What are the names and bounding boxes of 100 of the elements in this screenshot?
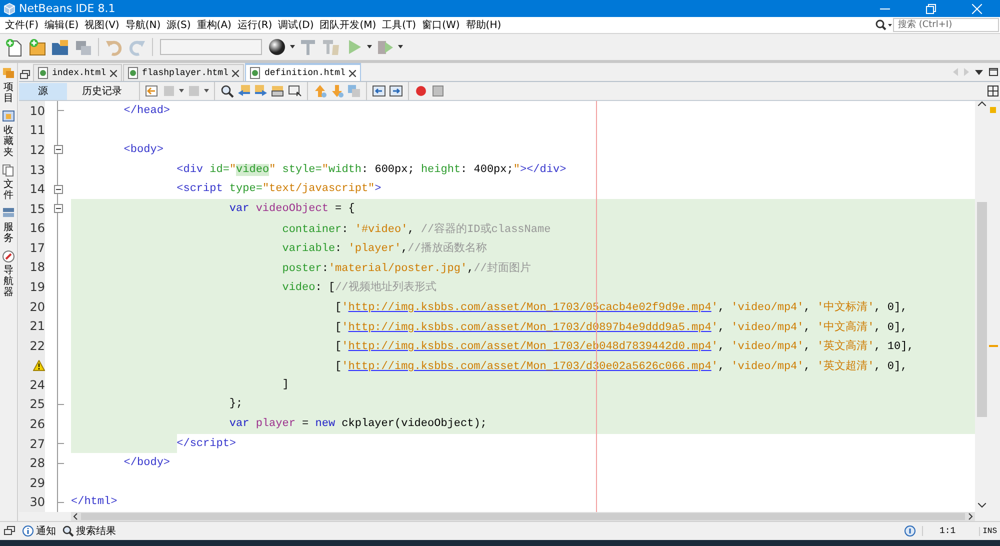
collapse-icon[interactable] (54, 184, 62, 194)
selection-icon[interactable] (288, 84, 302, 98)
code-line: video: [//视频地址列表形式 (281, 280, 436, 294)
split-icon[interactable] (986, 84, 1000, 98)
line-number: 13 (30, 162, 45, 177)
menu-item[interactable]: 文件(F) (2, 18, 42, 32)
shift-right-icon[interactable] (389, 84, 403, 98)
line-number: 30 (30, 495, 45, 510)
menu-item[interactable]: 调试(D) (275, 18, 317, 32)
new-file-icon[interactable] (4, 37, 24, 57)
code-line: }; (228, 398, 243, 410)
line-number: 15 (30, 202, 45, 216)
search-field[interactable]: 搜索 (Ctrl+I) (893, 18, 999, 32)
side-tab[interactable]: 文件 (4, 179, 14, 201)
code-line: </script> (176, 438, 236, 450)
restore-window-icon[interactable] (19, 69, 33, 81)
editor-tab[interactable]: definition.html (245, 63, 362, 81)
globe-icon[interactable] (267, 37, 287, 57)
insert-mode: INS (978, 526, 1000, 536)
search-icon[interactable] (62, 525, 74, 537)
toggle-bookmark-icon[interactable] (347, 84, 361, 98)
menu-item[interactable]: 导航(N) (122, 18, 164, 32)
code-line: <script type="text/javascript"> (176, 183, 382, 196)
find-next-icon[interactable] (254, 84, 268, 98)
line-number: 29 (30, 476, 45, 490)
menu-item[interactable]: 窗口(W) (419, 18, 463, 32)
server-icon[interactable] (2, 207, 15, 220)
star-folder-icon[interactable] (2, 110, 15, 123)
scroll-thumb[interactable] (976, 202, 986, 417)
code-line: </body> (122, 457, 170, 470)
cursor-position: 1:1 (922, 526, 973, 536)
scroll-up-icon[interactable] (978, 101, 986, 106)
caret-icon[interactable] (290, 45, 295, 49)
files-icon[interactable] (2, 164, 15, 177)
collapse-icon[interactable] (54, 145, 62, 154)
status-tab[interactable]: 搜索结果 (76, 524, 116, 538)
warning-marker[interactable] (989, 345, 998, 347)
line-number: 25 (30, 397, 45, 412)
side-tab[interactable]: 服务 (4, 222, 14, 244)
code-line: ['http://img.ksbbs.com/asset/Mon_1703/d30e02a5626c066.mp4', 'video/mp4', '英文超清', 0], (334, 358, 908, 373)
restore-icon (926, 4, 936, 14)
vertical-scrollbar[interactable] (975, 101, 988, 512)
restore-window-icon[interactable] (4, 526, 16, 536)
horizontal-scrollbar[interactable] (71, 512, 975, 521)
menu-item[interactable]: 运行(R) (234, 18, 276, 32)
search-icon[interactable] (875, 19, 893, 31)
menu-item[interactable]: 帮助(H) (462, 18, 504, 32)
compass-icon[interactable] (2, 250, 15, 263)
caret-icon[interactable] (367, 45, 372, 49)
notification-icon[interactable] (904, 525, 916, 537)
view-tab[interactable]: 源 (19, 82, 67, 100)
toggle-highlight-icon[interactable] (271, 84, 285, 98)
caret-icon[interactable] (398, 45, 403, 49)
code-line: <body> (122, 144, 164, 156)
close-icon[interactable] (349, 70, 356, 76)
line-number: 28 (30, 456, 45, 470)
back-icon[interactable] (145, 84, 159, 98)
side-tab[interactable]: 项目 (4, 82, 14, 104)
menu-item[interactable]: 团队开发(M) (316, 18, 380, 32)
menu-item[interactable]: 工具(T) (379, 18, 420, 32)
html-file-icon (128, 67, 138, 79)
warning-summary-icon (990, 107, 996, 113)
record-icon[interactable] (414, 84, 428, 98)
menu-item[interactable]: 编辑(E) (42, 18, 82, 32)
code-line: var videoObject = { (228, 202, 355, 215)
side-tab[interactable]: 导航器 (4, 265, 14, 298)
caret-icon[interactable] (179, 89, 184, 93)
find-previous-icon[interactable] (237, 84, 251, 98)
close-icon (972, 4, 982, 14)
status-tab[interactable]: 通知 (36, 524, 56, 538)
menu-item[interactable]: 视图(V) (82, 18, 122, 32)
line-number: 12 (30, 142, 45, 157)
close-icon[interactable] (232, 70, 240, 76)
menu-item[interactable]: 源(S) (164, 18, 194, 32)
code-line: poster:'material/poster.jpg',//封面图片 (281, 261, 531, 275)
new-project-icon[interactable] (27, 37, 47, 57)
line-number: 16 (30, 221, 45, 236)
line-number: 24 (30, 378, 45, 392)
stop-icon[interactable] (431, 84, 445, 98)
menu-item[interactable]: 重构(A) (194, 18, 234, 32)
scroll-down-icon[interactable] (978, 503, 986, 508)
maximize-icon[interactable] (989, 68, 998, 76)
close-icon[interactable] (110, 70, 118, 76)
line-number: 17 (30, 240, 45, 255)
caret-icon[interactable] (204, 89, 209, 93)
editor-tab[interactable]: index.html (33, 64, 122, 81)
side-tab[interactable]: 收藏夹 (4, 125, 14, 158)
info-icon[interactable] (22, 525, 34, 537)
folder-icon[interactable] (50, 37, 70, 57)
dropdown-icon[interactable] (975, 70, 983, 74)
shift-left-icon[interactable] (372, 84, 386, 98)
view-tab[interactable]: 历史记录 (70, 82, 134, 100)
line-number: 18 (30, 260, 45, 274)
code-line: ['http://img.ksbbs.com/asset/Mon_1703/d0897b4e9ddd9a5.mp4', 'video/mp4', '中文高清', 0], (334, 320, 908, 334)
collapse-icon[interactable] (54, 204, 62, 214)
line-number: 11 (30, 123, 45, 138)
editor-tab[interactable]: flashplayer.html (123, 64, 244, 81)
find-icon[interactable] (220, 84, 234, 98)
line-number: 10 (30, 104, 45, 118)
html-file-icon (38, 67, 48, 79)
